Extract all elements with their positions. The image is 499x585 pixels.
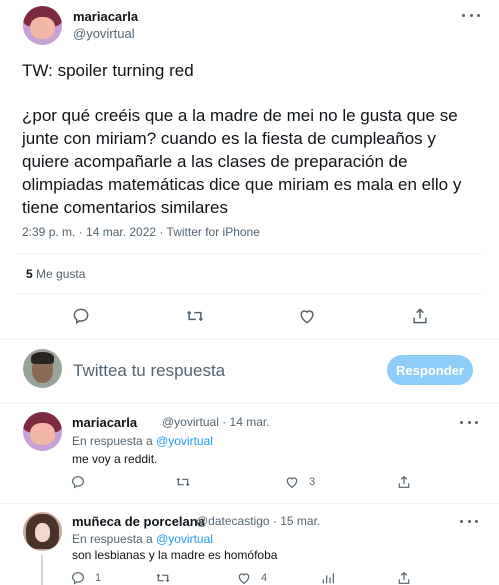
like-count: 4 (261, 572, 268, 584)
retweet-icon[interactable] (155, 570, 171, 585)
reply-text: me voy a reddit. (72, 452, 158, 466)
likes-label: Me gusta (36, 267, 86, 281)
tweet-thread-page: mariacarla @yovirtual TW: spoiler turnin… (0, 0, 499, 585)
reply-tweet[interactable]: muñeca de porcelana @datecastigo · 15 ma… (0, 504, 499, 585)
tweet-text-title: TW: spoiler turning red (22, 61, 194, 80)
thread-line (41, 555, 43, 585)
likes-stat[interactable]: 5 Me gusta (26, 267, 85, 281)
divider (16, 293, 483, 294)
main-tweet: mariacarla @yovirtual TW: spoiler turnin… (0, 0, 499, 340)
in-reply-to-handle[interactable]: @yovirtual (156, 434, 213, 448)
retweet-icon[interactable] (185, 306, 205, 326)
reply-author-name[interactable]: muñeca de porcelana (72, 514, 205, 529)
retweet-icon[interactable] (175, 474, 191, 490)
author-avatar[interactable] (23, 6, 62, 45)
in-reply-to-handle[interactable]: @yovirtual (156, 532, 213, 546)
author-name[interactable]: mariacarla (73, 9, 138, 24)
reply-button[interactable]: Responder (387, 355, 473, 385)
like-count: 3 (309, 476, 316, 488)
share-icon[interactable] (410, 306, 430, 326)
author-handle[interactable]: @yovirtual (73, 26, 135, 41)
reply-icon[interactable] (70, 474, 86, 490)
reply-author-handle[interactable]: @yovirtual · 14 mar. (162, 415, 270, 429)
reply-count: 1 (95, 572, 102, 584)
more-icon[interactable] (460, 417, 478, 427)
in-reply-to: En respuesta a @yovirtual (72, 532, 213, 546)
in-reply-to: En respuesta a @yovirtual (72, 434, 213, 448)
reply-author-handle[interactable]: @datecastigo · 15 mar. (196, 514, 320, 528)
user-avatar[interactable] (23, 349, 62, 388)
reply-avatar[interactable] (23, 512, 62, 551)
reply-text: son lesbianas y la madre es homófoba (72, 548, 278, 562)
heart-icon[interactable] (236, 570, 252, 585)
heart-icon[interactable] (297, 306, 317, 326)
reply-icon[interactable] (70, 570, 86, 585)
reply-tweet[interactable]: mariacarla @yovirtual · 14 mar. En respu… (0, 404, 499, 504)
heart-icon[interactable] (284, 474, 300, 490)
reply-author-name[interactable]: mariacarla (72, 415, 137, 430)
more-icon[interactable] (462, 10, 480, 20)
more-icon[interactable] (460, 516, 478, 526)
stats-icon[interactable] (320, 570, 336, 585)
share-icon[interactable] (396, 570, 412, 585)
likes-count: 5 (26, 267, 33, 281)
share-icon[interactable] (396, 474, 412, 490)
reply-icon[interactable] (71, 306, 91, 326)
divider (16, 253, 483, 254)
reply-input[interactable] (73, 360, 363, 382)
tweet-timestamp[interactable]: 2:39 p. m. · 14 mar. 2022 · Twitter for … (22, 225, 260, 239)
tweet-text-body: ¿por qué creéis que a la madre de mei no… (22, 106, 462, 217)
reply-avatar[interactable] (23, 412, 62, 451)
